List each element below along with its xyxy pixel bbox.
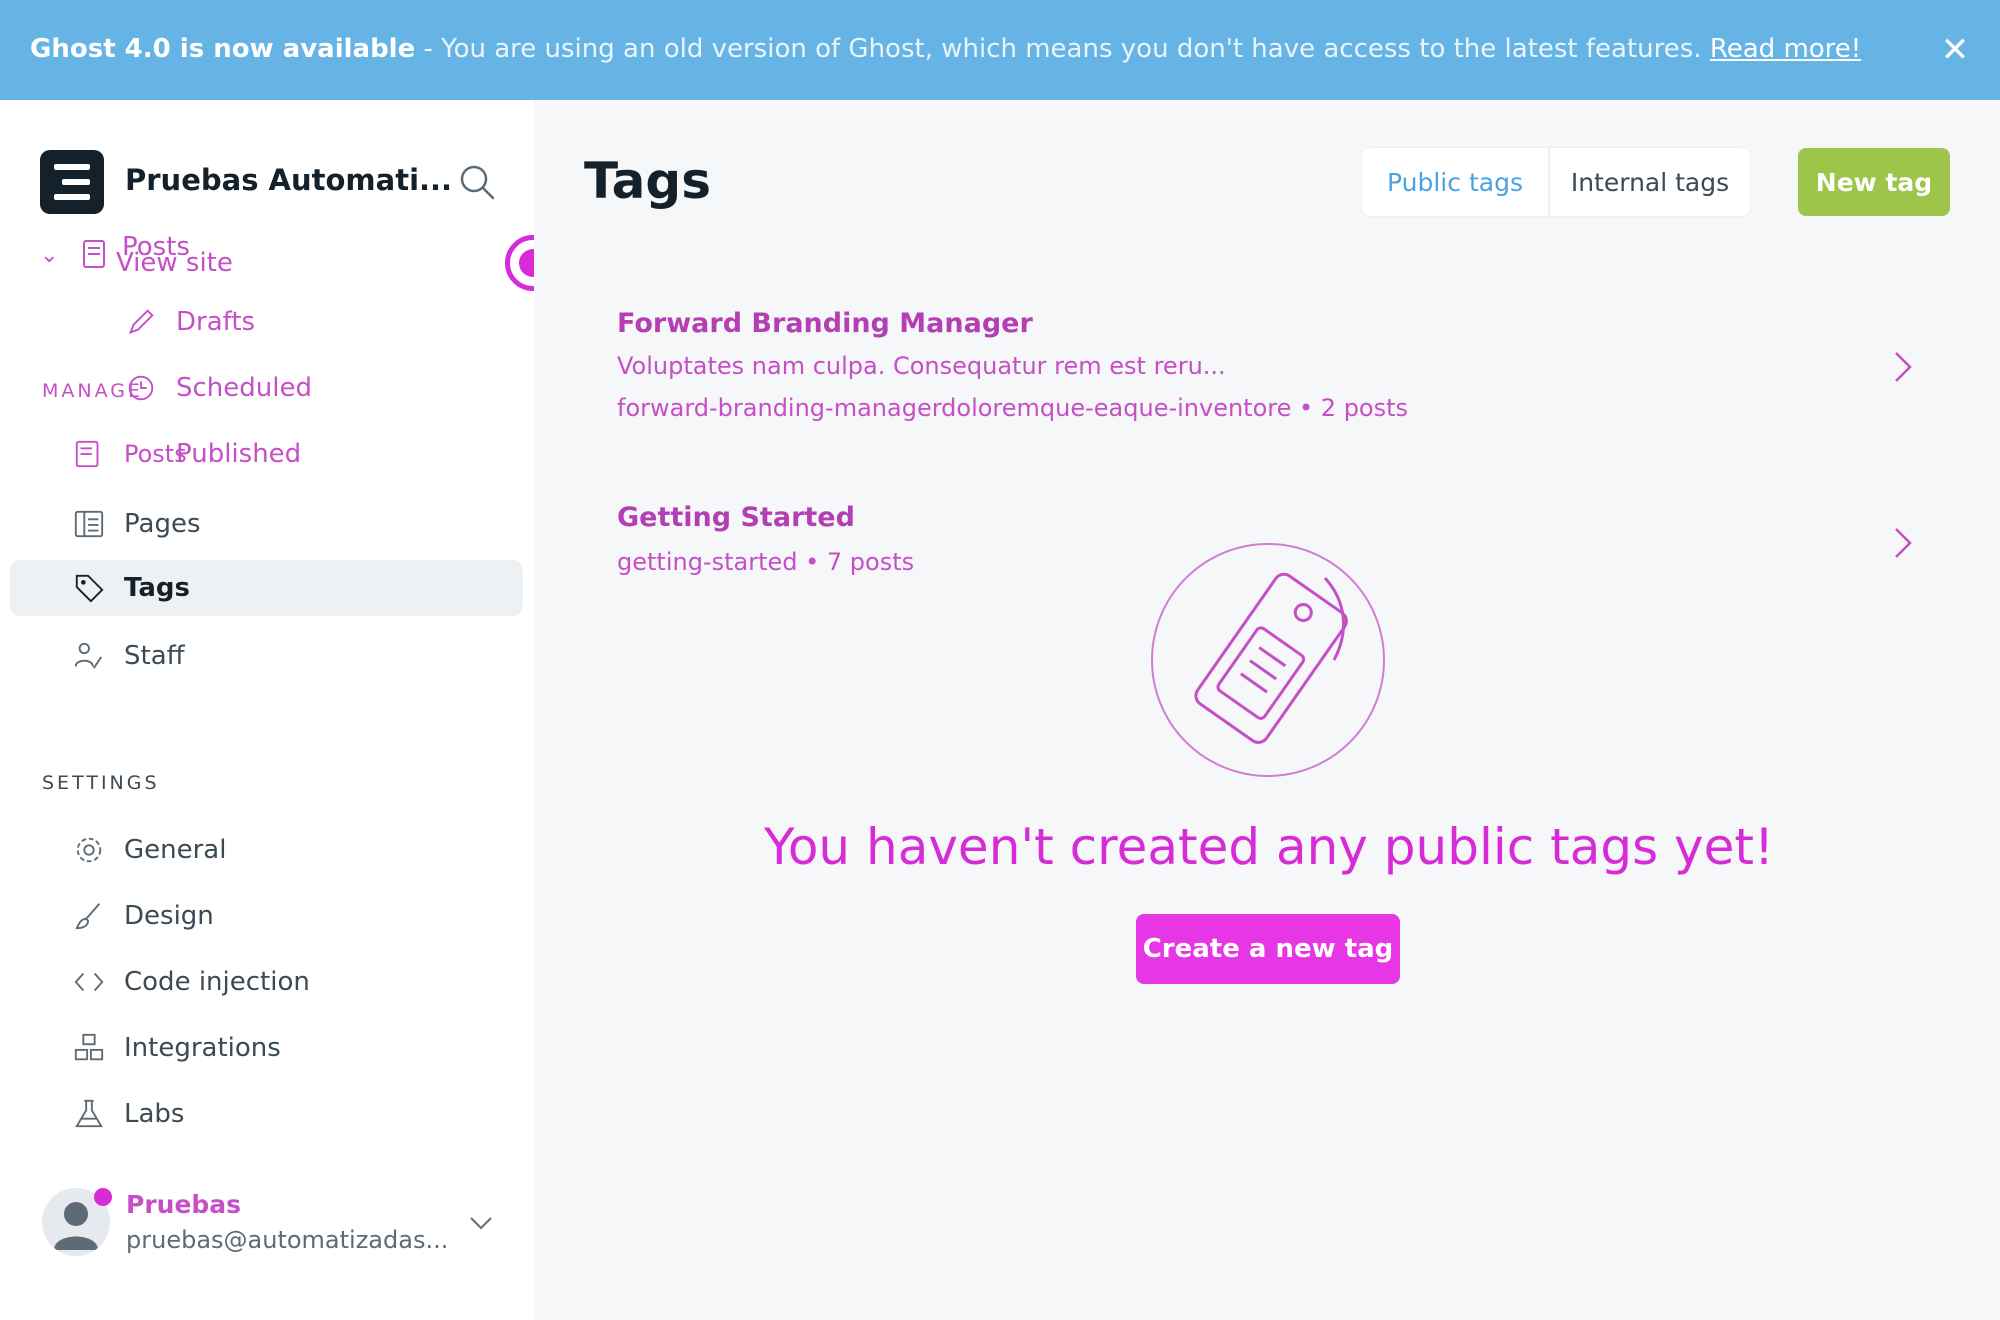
- tag-illustration-icon: [1151, 543, 1385, 777]
- chevron-down-icon[interactable]: ⌄: [40, 243, 62, 268]
- create-new-tag-button[interactable]: Create a new tag: [1136, 914, 1400, 984]
- tag-icon: [72, 571, 106, 605]
- site-title[interactable]: Pruebas Automati...: [125, 163, 452, 197]
- tag-name[interactable]: Forward Branding Manager: [617, 308, 1033, 339]
- staff-icon: [72, 639, 106, 673]
- banner-title: Ghost 4.0 is now available: [30, 34, 416, 64]
- sidebar-item-posts[interactable]: ⌄ Posts View site: [40, 230, 307, 280]
- sidebar-item-label: General: [124, 835, 227, 865]
- sidebar-item-tags[interactable]: Tags: [10, 560, 523, 616]
- tag-description: Voluptates nam culpa. Consequatur rem es…: [617, 352, 1226, 380]
- close-icon[interactable]: ✕: [1935, 30, 1975, 70]
- sidebar-item-labs[interactable]: Labs: [72, 1086, 184, 1142]
- sidebar-item-label: Scheduled: [176, 373, 312, 403]
- banner-read-more-link[interactable]: Read more!: [1710, 34, 1861, 64]
- pages-icon: [72, 507, 106, 541]
- settings-section-label: SETTINGS: [42, 772, 160, 794]
- new-tag-button[interactable]: New tag: [1798, 148, 1950, 216]
- sidebar-item-code-injection[interactable]: Code injection: [72, 954, 310, 1010]
- chevron-down-icon[interactable]: [466, 1208, 496, 1238]
- brand-logo[interactable]: [40, 150, 104, 214]
- tag-type-toggle: Public tags Internal tags: [1362, 148, 1750, 216]
- page-title: Tags: [584, 152, 711, 210]
- sidebar-item-label: Integrations: [124, 1033, 281, 1063]
- empty-state-message: You haven't created any public tags yet!: [763, 818, 1775, 876]
- document-icon: [72, 437, 106, 471]
- sidebar-item-scheduled[interactable]: Scheduled: [124, 360, 312, 416]
- tag-name[interactable]: Getting Started: [617, 502, 855, 533]
- gear-icon: [72, 833, 106, 867]
- posts-overlay-label: Posts: [124, 440, 187, 468]
- sidebar-item-label: Labs: [124, 1099, 185, 1129]
- code-icon: [72, 965, 106, 999]
- notification-dot: [94, 1188, 112, 1206]
- sidebar-item-label: Tags: [124, 573, 191, 603]
- user-email: pruebas@automatizadas...: [126, 1226, 449, 1254]
- view-site-label[interactable]: View site: [116, 248, 233, 278]
- sidebar-item-posts-published[interactable]: Posts Published: [72, 426, 301, 482]
- sidebar-item-label: Code injection: [124, 967, 310, 997]
- sidebar-item-staff[interactable]: Staff: [72, 628, 185, 684]
- tab-internal-tags[interactable]: Internal tags: [1548, 148, 1750, 216]
- chevron-right-icon[interactable]: [1888, 523, 1918, 563]
- sidebar-item-drafts[interactable]: Drafts: [124, 294, 255, 350]
- chevron-right-icon[interactable]: [1888, 347, 1918, 387]
- sidebar-item-design[interactable]: Design: [72, 888, 214, 944]
- sidebar-item-label: Design: [124, 901, 214, 931]
- sidebar-item-label: Pages: [124, 509, 201, 539]
- tag-meta: forward-branding-managerdoloremque-eaque…: [617, 394, 1409, 422]
- tab-public-tags[interactable]: Public tags: [1362, 148, 1548, 216]
- banner-message: - You are using an old version of Ghost,…: [415, 34, 1710, 64]
- user-name[interactable]: Pruebas: [126, 1190, 241, 1219]
- sidebar-item-label: Published: [176, 439, 302, 469]
- sidebar-item-label: Drafts: [176, 307, 256, 337]
- banner-text: Ghost 4.0 is now available - You are usi…: [30, 34, 1861, 64]
- sidebar-item-label: Staff: [124, 641, 185, 671]
- clock-icon: [124, 371, 158, 405]
- brush-icon: [72, 899, 106, 933]
- sidebar-item-pages[interactable]: Pages: [72, 496, 201, 552]
- flask-icon: [72, 1097, 106, 1131]
- update-banner: Ghost 4.0 is now available - You are usi…: [0, 0, 2000, 100]
- search-icon[interactable]: [455, 160, 499, 204]
- posts-icon: [78, 238, 112, 272]
- integrations-icon: [72, 1031, 106, 1065]
- sidebar-item-general[interactable]: General: [72, 822, 226, 878]
- tag-meta: getting-started • 7 posts: [617, 548, 915, 576]
- pencil-icon: [124, 305, 158, 339]
- sidebar-item-integrations[interactable]: Integrations: [72, 1020, 281, 1076]
